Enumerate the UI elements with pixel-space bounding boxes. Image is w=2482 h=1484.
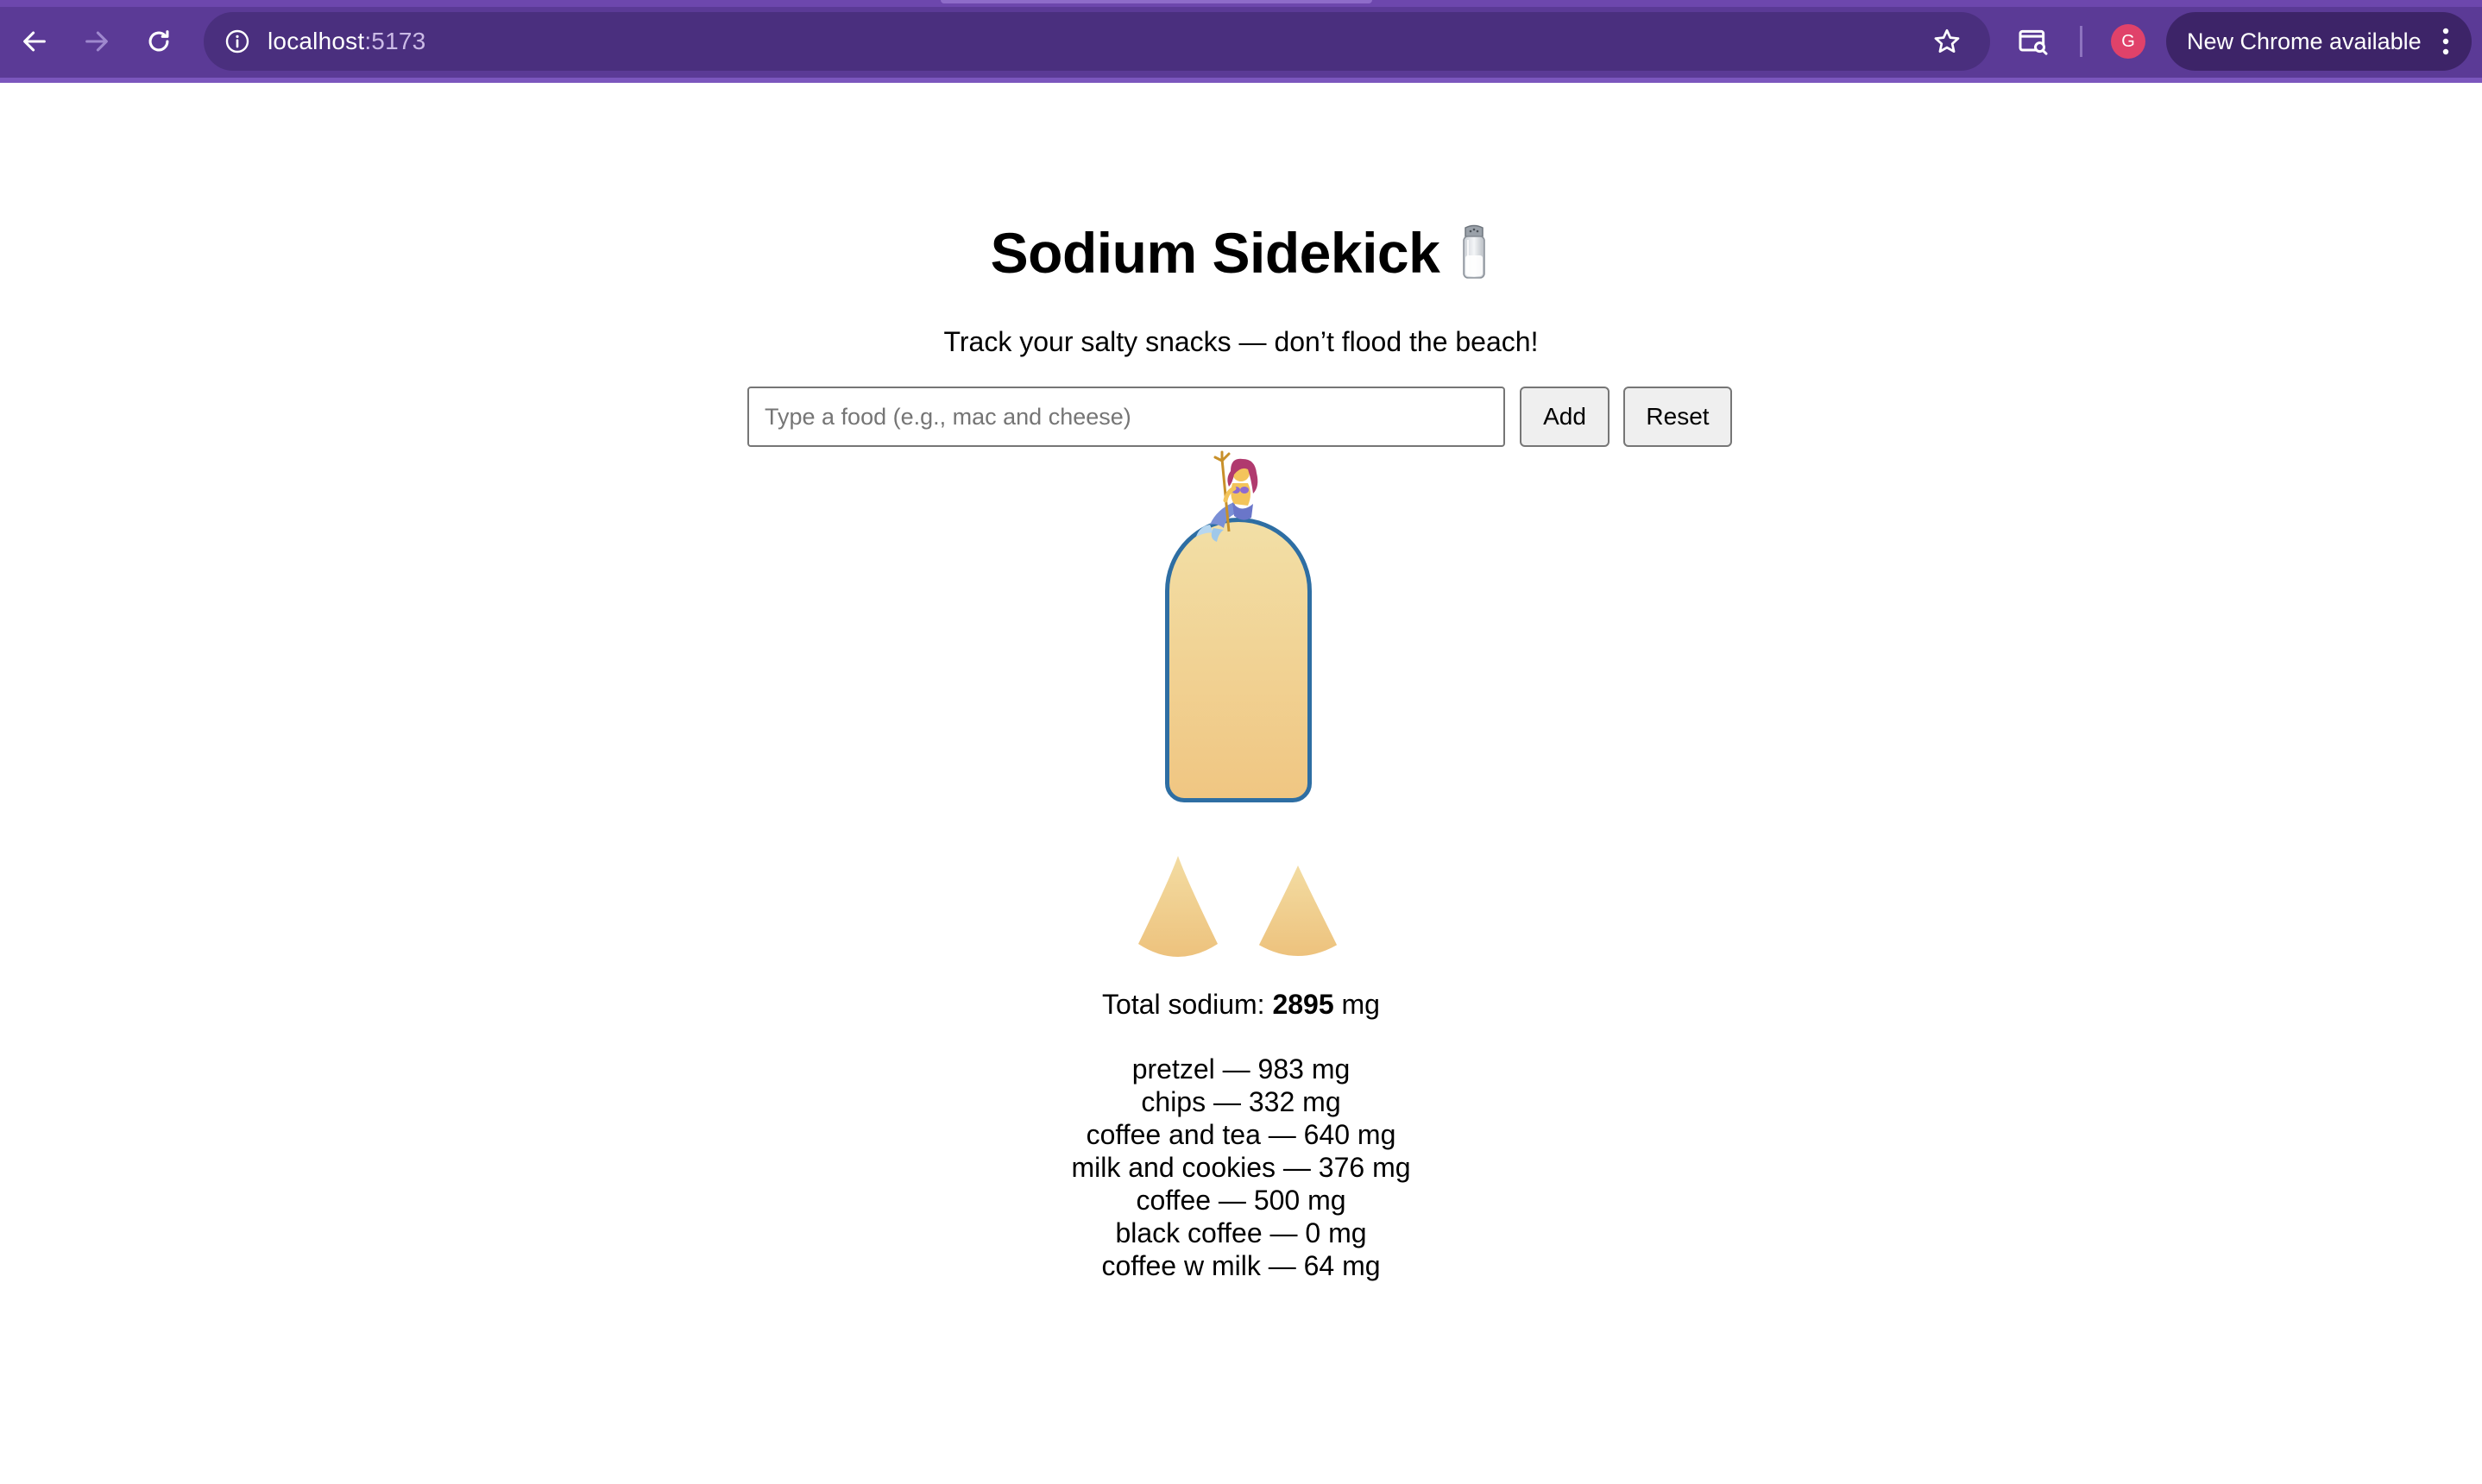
food-entry: coffee and tea — 640 mg (1086, 1119, 1396, 1150)
reload-icon (148, 30, 169, 52)
site-info-button[interactable] (219, 23, 255, 60)
arrow-left-icon (23, 31, 46, 52)
bookmark-star-icon[interactable] (1931, 26, 1962, 57)
food-entry: coffee — 500 mg (1136, 1185, 1346, 1216)
search-tabs-button[interactable] (2014, 22, 2052, 60)
salt-shaker-icon (1463, 224, 1486, 279)
sodium-bottle (1165, 518, 1312, 802)
sand-pile (1258, 865, 1338, 956)
food-entry: pretzel — 983 mg (1131, 1053, 1351, 1085)
page-title-text: Sodium Sidekick (990, 221, 1440, 285)
total-value: 2895 (1272, 989, 1334, 1020)
info-icon (225, 29, 249, 53)
add-button[interactable]: Add (1520, 387, 1610, 447)
toolbar-divider (2080, 26, 2082, 57)
food-entry: chips — 332 mg (1141, 1086, 1341, 1117)
food-entry: coffee w milk — 64 mg (1101, 1250, 1381, 1281)
address-bar[interactable]: localhost:5173 (204, 12, 1990, 71)
forward-button[interactable] (74, 19, 119, 64)
chrome-update-button[interactable]: New Chrome available (2166, 12, 2472, 71)
toolbar-bottom-border (0, 78, 2482, 83)
page-title: Sodium Sidekick (0, 214, 2482, 292)
profile-avatar[interactable]: G (2111, 24, 2145, 59)
food-input[interactable] (747, 387, 1505, 447)
mermaid-icon (1196, 450, 1258, 542)
food-entry: milk and cookies — 376 mg (1071, 1152, 1411, 1183)
tab-search-icon (2019, 29, 2048, 55)
sand-pile (1138, 856, 1218, 957)
update-label: New Chrome available (2187, 28, 2422, 54)
menu-kebab-icon (2442, 28, 2449, 55)
reload-button[interactable] (136, 19, 181, 64)
total-unit: mg (1341, 989, 1380, 1020)
food-entry: black coffee — 0 mg (1115, 1217, 1367, 1248)
arrow-right-icon (85, 31, 108, 52)
page-subtitle: Track your salty snacks — don’t flood th… (943, 326, 1539, 357)
active-tab-indicator (941, 0, 1372, 3)
url-port: :5173 (364, 28, 426, 54)
back-button[interactable] (12, 19, 57, 64)
total-label: Total sodium: (1102, 989, 1265, 1020)
reset-button[interactable]: Reset (1623, 387, 1732, 447)
url-host: localhost (268, 28, 365, 54)
food-list: pretzel — 983 mg chips — 332 mg coffee a… (0, 1053, 2482, 1282)
total-sodium: Total sodium: 2895 mg (0, 985, 2482, 1023)
url-text[interactable]: localhost:5173 (268, 28, 425, 55)
browser-toolbar: localhost:5173 G New Chrome available (0, 0, 2482, 83)
